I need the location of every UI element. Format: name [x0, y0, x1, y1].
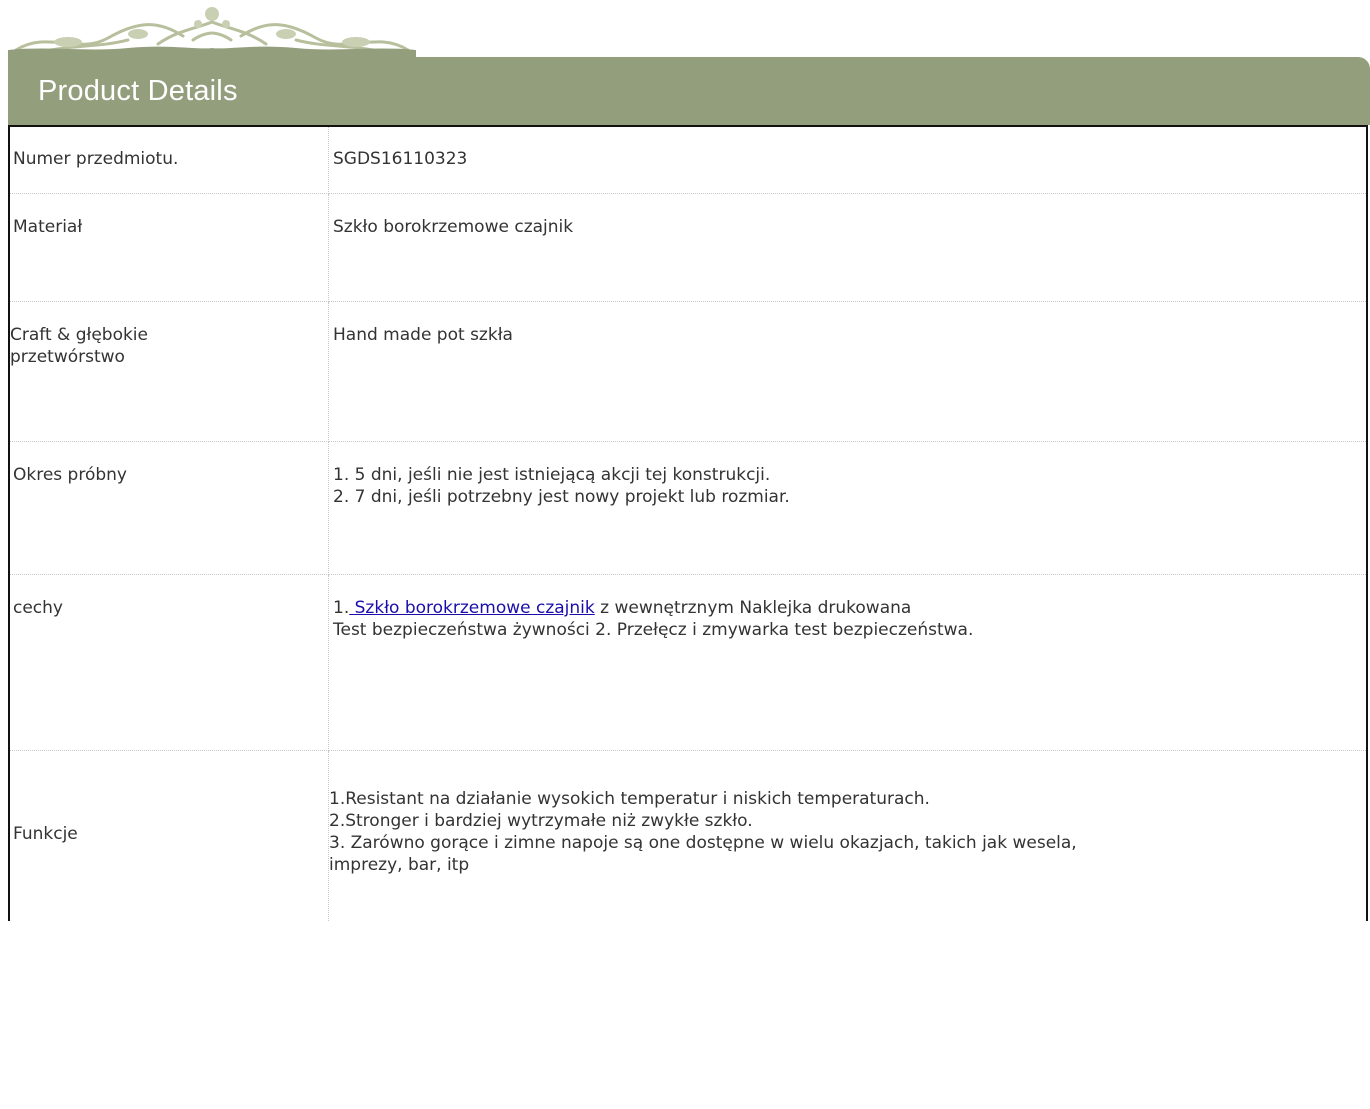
table-row: Numer przedmiotu. SGDS16110323	[9, 126, 1367, 194]
row-value-cell: 1.Resistant na działanie wysokich temper…	[329, 751, 1368, 922]
row-value: Hand made pot szkła	[333, 325, 513, 345]
table-row: Okres próbny 1. 5 dni, jeśli nie jest is…	[9, 441, 1367, 575]
row-value: SGDS16110323	[333, 149, 468, 169]
product-details-header: Product Details	[8, 57, 1370, 125]
row-label: Numer przedmiotu.	[13, 149, 179, 169]
decorative-ornament-icon	[8, 7, 416, 58]
row-value-rich: 1. Szkło borokrzemowe czajnik z wewnętrz…	[329, 575, 1366, 641]
row-label-cell: Okres próbny	[9, 441, 329, 575]
row-label-cell: Numer przedmiotu.	[9, 126, 329, 194]
row-label-cell: Materiał	[9, 193, 329, 302]
row-value: 1.Resistant na działanie wysokich temper…	[329, 789, 1077, 875]
page-title: Product Details	[38, 75, 238, 107]
row-value-prefix: 1.	[333, 598, 350, 618]
table-row: cechy 1. Szkło borokrzemowe czajnik z we…	[9, 574, 1367, 751]
row-value-cell: 1. 5 dni, jeśli nie jest istniejącą akcj…	[328, 441, 1367, 575]
row-value-cell: Szkło borokrzemowe czajnik	[328, 193, 1367, 302]
product-details-table: Numer przedmiotu. SGDS16110323 Materiał …	[8, 125, 1368, 921]
table-row: Materiał Szkło borokrzemowe czajnik	[9, 193, 1367, 302]
row-label: cechy	[13, 598, 63, 618]
row-value-cell: 1. Szkło borokrzemowe czajnik z wewnętrz…	[328, 574, 1367, 751]
row-value: Szkło borokrzemowe czajnik	[333, 217, 574, 237]
row-value: 1. 5 dni, jeśli nie jest istniejącą akcj…	[333, 465, 790, 507]
row-label: Okres próbny	[13, 465, 127, 485]
table-row: Craft & głębokie przetwórstwo Hand made …	[9, 301, 1367, 442]
row-label: Craft & głębokie przetwórstwo	[10, 325, 148, 367]
row-label-cell: cechy	[9, 574, 329, 751]
product-link[interactable]: Szkło borokrzemowe czajnik	[349, 598, 595, 618]
row-label: Funkcje	[13, 824, 78, 844]
row-label: Materiał	[13, 217, 83, 237]
row-value-cell: Hand made pot szkła	[328, 301, 1367, 442]
row-label-cell: Funkcje	[9, 750, 329, 921]
product-details-page: Product Details Numer przedmiotu. SGDS16…	[0, 0, 1370, 1109]
table-row: Funkcje 1.Resistant na działanie wysokic…	[9, 750, 1368, 922]
row-value-cell: SGDS16110323	[328, 126, 1367, 194]
row-label-cell: Craft & głębokie przetwórstwo	[9, 301, 329, 442]
